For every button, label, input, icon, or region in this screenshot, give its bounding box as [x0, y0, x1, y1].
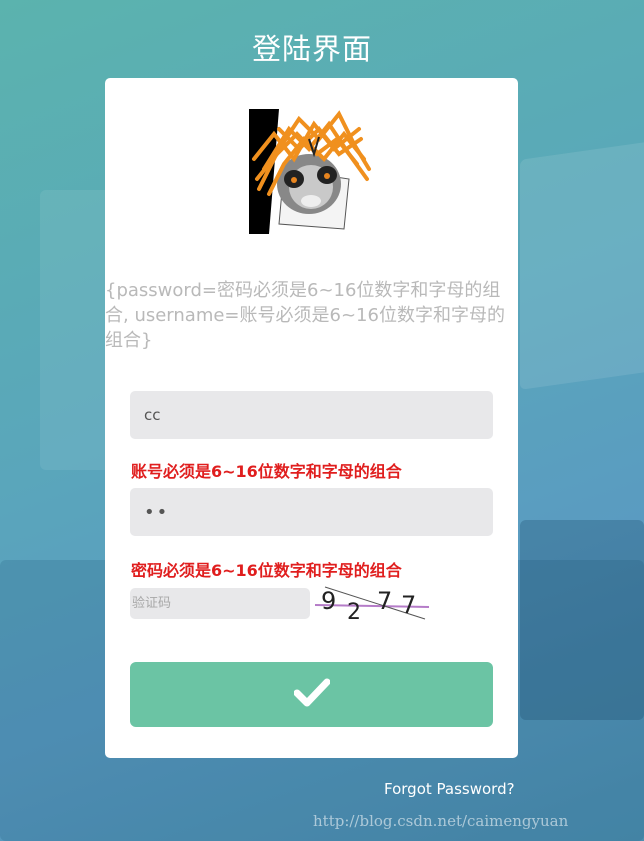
password-input[interactable] [130, 488, 493, 536]
avatar-drawing [249, 109, 374, 234]
forgot-password-link[interactable]: Forgot Password? [384, 780, 515, 798]
captcha-digit-1: 9 [321, 587, 336, 615]
captcha-digit-2: 2 [347, 600, 361, 623]
username-error-message: 账号必须是6~16位数字和字母的组合 [131, 462, 402, 481]
submit-button[interactable] [130, 662, 493, 727]
watermark: http://blog.csdn.net/caimengyuan [313, 812, 569, 830]
validation-errors-text: {password=密码必须是6~16位数字和字母的组合, username=账… [105, 280, 505, 351]
background-shape [520, 140, 644, 390]
page-title: 登陆界面 [251, 32, 372, 66]
password-error-message: 密码必须是6~16位数字和字母的组合 [131, 561, 402, 580]
captcha-image[interactable]: 9 2 7 7 [314, 585, 430, 625]
avatar [249, 109, 374, 234]
username-input[interactable] [130, 391, 493, 439]
background-shape [520, 520, 644, 720]
captcha-digit-4: 7 [401, 591, 416, 619]
login-card: {password=密码必须是6~16位数字和字母的组合, username=账… [105, 78, 518, 758]
check-icon [293, 678, 330, 711]
captcha-digit-3: 7 [377, 587, 392, 615]
captcha-input[interactable] [130, 588, 310, 619]
